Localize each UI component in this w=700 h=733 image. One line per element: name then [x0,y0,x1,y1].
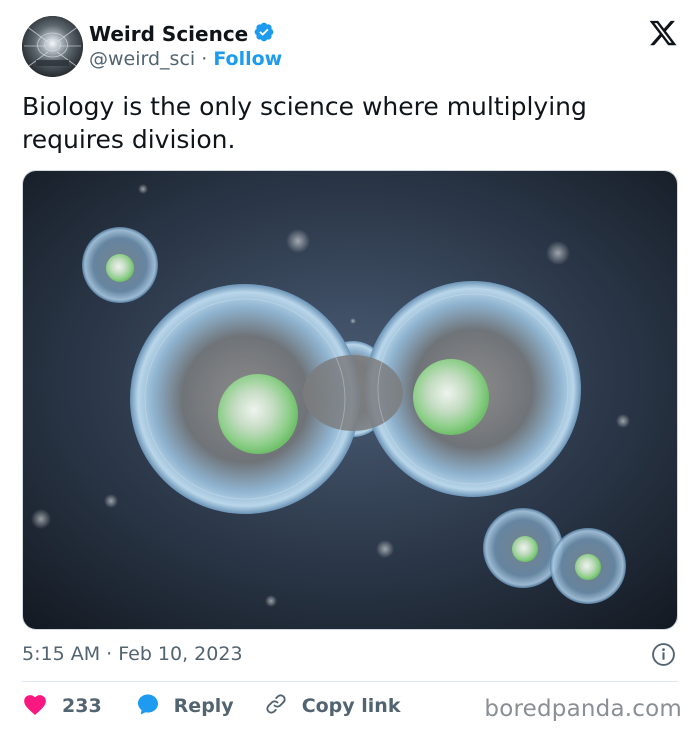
avatar[interactable] [22,16,83,77]
copy-link-button[interactable]: Copy link [264,692,401,721]
heart-icon [22,692,48,721]
tweet-image[interactable] [22,170,678,630]
author-handle[interactable]: @weird_sci [89,48,195,70]
tweet-date: Feb 10, 2023 [118,643,243,665]
tweet-timestamp[interactable]: 5:15 AM · Feb 10, 2023 [22,643,243,665]
follow-button[interactable]: Follow [213,48,282,70]
watermark: boredpanda.com [484,696,682,722]
copy-link-label: Copy link [301,695,401,717]
reply-label: Reply [173,695,234,717]
info-icon[interactable] [651,642,676,667]
tweet-time: 5:15 AM [22,643,101,665]
like-count: 233 [62,695,102,717]
divider [22,681,678,682]
verified-badge-icon [253,21,275,47]
tweet-text: Biology is the only science where multip… [22,92,587,154]
x-logo-icon[interactable] [648,18,678,48]
like-button[interactable]: 233 [22,692,102,721]
handle-separator: · [201,48,208,70]
link-icon [264,692,288,721]
dividing-cell-image [23,171,677,629]
reply-bubble-icon [136,692,160,721]
author-handle-row: @weird_sci · Follow [89,48,282,70]
timestamp-separator: · [106,643,113,665]
action-bar: 233 Reply Copy link [22,692,400,720]
reply-button[interactable]: Reply [136,692,234,721]
author-name[interactable]: Weird Science [89,22,248,46]
author-name-row: Weird Science [89,21,275,47]
